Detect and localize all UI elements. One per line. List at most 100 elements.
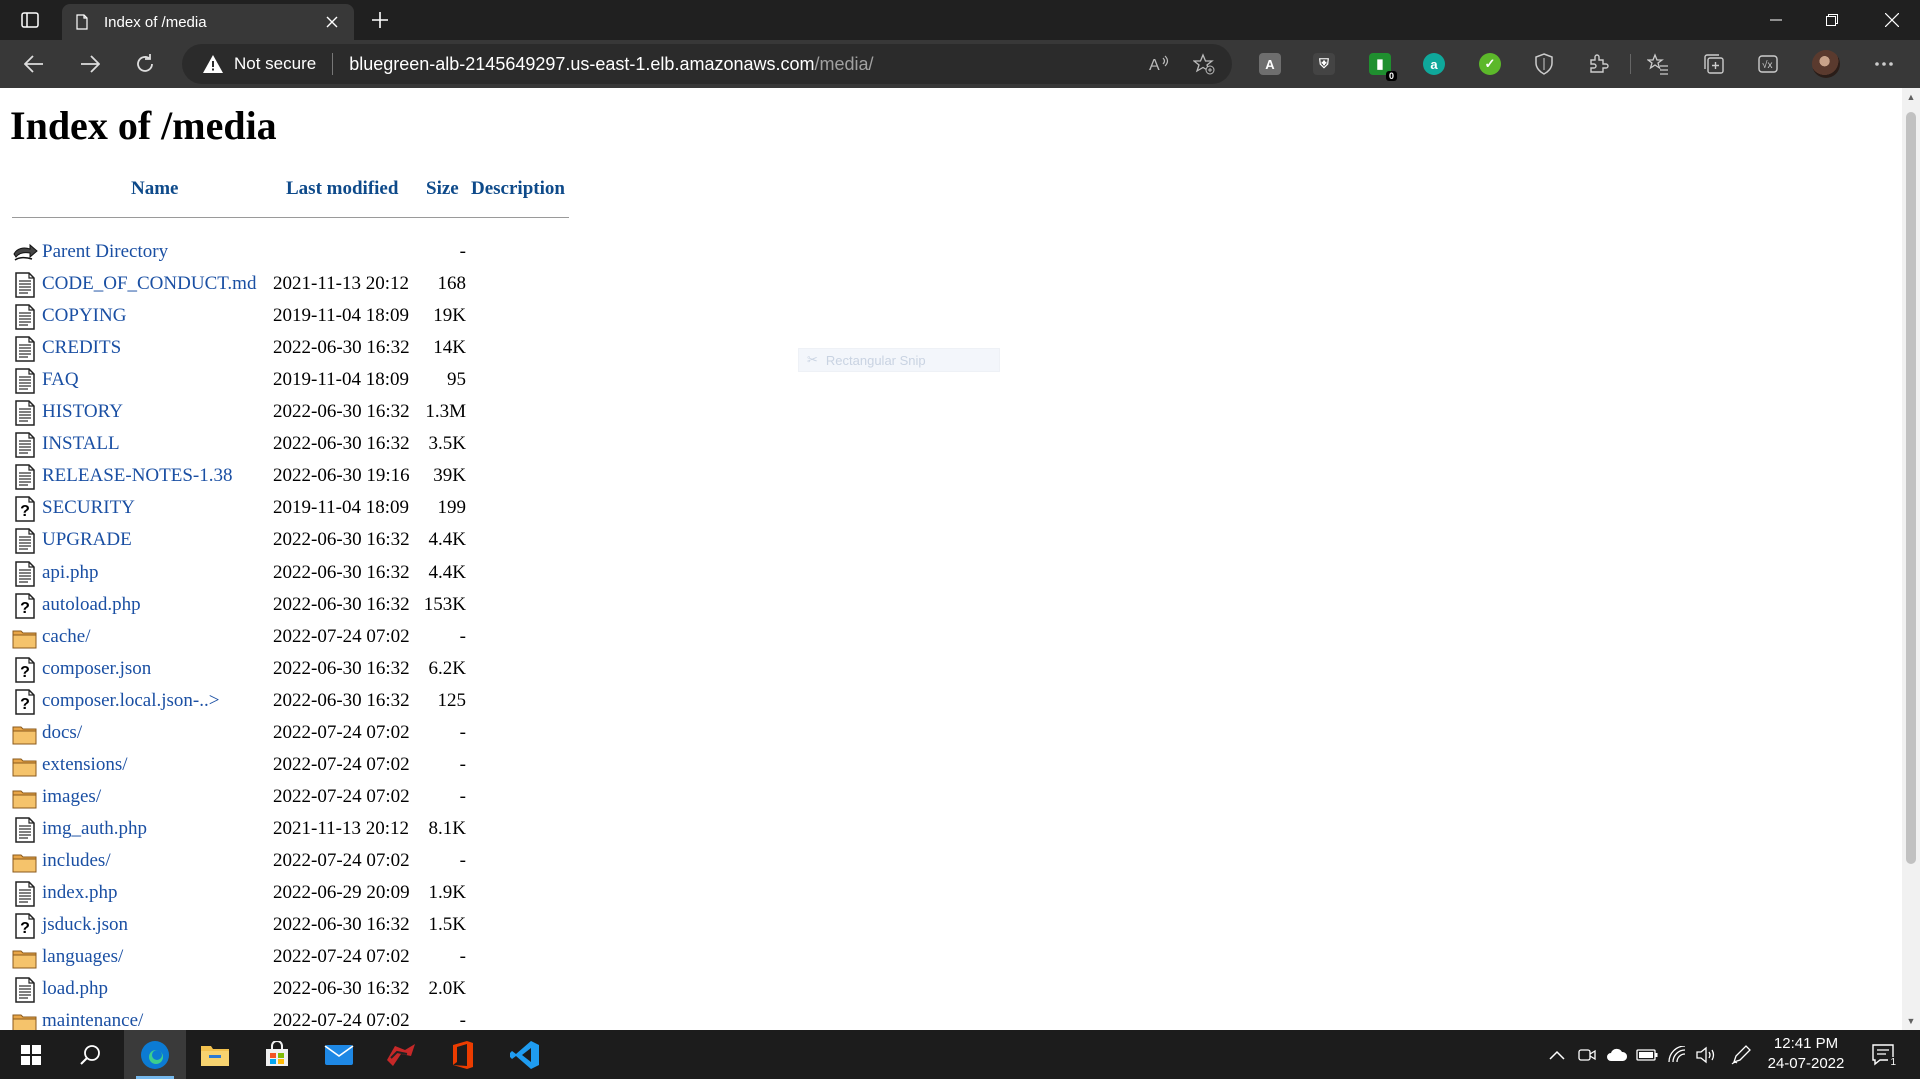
extension-a-button[interactable]: a bbox=[1418, 48, 1450, 80]
security-label[interactable]: Not secure bbox=[234, 54, 316, 74]
plus-icon bbox=[372, 12, 388, 28]
tab-close-button[interactable] bbox=[322, 12, 342, 32]
entry-name-link[interactable]: RELEASE-NOTES-1.38 bbox=[42, 465, 233, 487]
taskbar-edge[interactable] bbox=[124, 1030, 186, 1079]
entry-last-modified: 2022-06-30 16:32 bbox=[273, 689, 410, 711]
entry-name-link[interactable]: extensions/ bbox=[42, 754, 128, 776]
entry-name-link[interactable]: FAQ bbox=[42, 369, 79, 391]
column-header-name[interactable]: Name bbox=[131, 178, 178, 200]
entry-last-modified: 2022-06-30 16:32 bbox=[273, 914, 410, 936]
more-icon bbox=[1875, 62, 1893, 66]
url-text[interactable]: bluegreen-alb-2145649297.us-east-1.elb.a… bbox=[349, 54, 873, 75]
entry-name-link[interactable]: load.php bbox=[42, 978, 108, 1000]
system-clock[interactable]: 12:41 PM 24-07-2022 bbox=[1762, 1034, 1850, 1074]
read-aloud-button[interactable]: A bbox=[1146, 52, 1174, 76]
entry-name-link[interactable]: jsduck.json bbox=[42, 914, 128, 936]
directory-entry-row: ? composer.local.json-..> 2022-06-30 16:32… bbox=[12, 687, 572, 715]
address-bar[interactable]: Not secure bluegreen-alb-2145649297.us-e… bbox=[182, 44, 1232, 84]
entry-last-modified: 2022-06-30 16:32 bbox=[273, 433, 410, 455]
refresh-button[interactable] bbox=[127, 48, 163, 80]
entry-name-link[interactable]: CREDITS bbox=[42, 337, 121, 359]
show-hidden-icons-button[interactable] bbox=[1546, 1044, 1568, 1066]
collections-icon bbox=[1704, 54, 1724, 74]
warning-icon[interactable] bbox=[202, 54, 224, 74]
pen-workspace-button[interactable] bbox=[1730, 1044, 1752, 1066]
entry-name-link[interactable]: maintenance/ bbox=[42, 1010, 143, 1030]
network-button[interactable] bbox=[1666, 1044, 1688, 1066]
forward-button[interactable] bbox=[72, 48, 108, 80]
meet-now-button[interactable] bbox=[1576, 1044, 1598, 1066]
text-file-icon bbox=[12, 336, 38, 362]
settings-more-button[interactable] bbox=[1868, 48, 1900, 80]
extension-guard-button[interactable] bbox=[1528, 48, 1560, 80]
taskbar-office[interactable] bbox=[432, 1030, 494, 1079]
profile-button[interactable] bbox=[1810, 48, 1842, 80]
header-divider bbox=[12, 217, 569, 218]
start-button[interactable] bbox=[0, 1030, 62, 1079]
clock-time: 12:41 PM bbox=[1773, 1035, 1839, 1052]
volume-button[interactable] bbox=[1696, 1044, 1718, 1066]
entry-name-link[interactable]: UPGRADE bbox=[42, 529, 132, 551]
entry-name-link[interactable]: languages/ bbox=[42, 946, 123, 968]
entry-name-link[interactable]: CODE_OF_CONDUCT.md bbox=[42, 273, 256, 295]
url-path: /media/ bbox=[814, 53, 874, 74]
taskbar-app-red[interactable] bbox=[370, 1030, 432, 1079]
extension-green-button[interactable]: ▮ 0 bbox=[1364, 48, 1397, 81]
collections-button[interactable] bbox=[1698, 48, 1730, 80]
entry-name-link[interactable]: api.php bbox=[42, 562, 98, 584]
vertical-scrollbar[interactable]: ▲ ▼ bbox=[1902, 88, 1920, 1030]
taskbar-mail[interactable] bbox=[308, 1030, 370, 1079]
add-favorite-button[interactable] bbox=[1190, 52, 1218, 76]
search-button[interactable] bbox=[60, 1030, 122, 1079]
wifi-icon bbox=[1668, 1046, 1686, 1063]
action-center-button[interactable]: 1 bbox=[1868, 1040, 1898, 1070]
read-aloud-icon: A bbox=[1149, 55, 1169, 74]
entry-name-link[interactable]: SECURITY bbox=[42, 497, 135, 519]
extension-shield-button[interactable]: ⛨ bbox=[1308, 48, 1340, 80]
minimize-button[interactable] bbox=[1748, 0, 1804, 40]
entry-name-link[interactable]: includes/ bbox=[42, 850, 111, 872]
entry-name-link[interactable]: COPYING bbox=[42, 305, 126, 327]
column-header-size[interactable]: Size bbox=[426, 178, 459, 200]
extension-check-button[interactable]: ✓ bbox=[1474, 48, 1506, 80]
text-file-icon bbox=[12, 400, 38, 426]
back-button[interactable] bbox=[16, 48, 52, 80]
scrollbar-thumb[interactable] bbox=[1906, 112, 1916, 864]
battery-button[interactable] bbox=[1636, 1044, 1658, 1066]
unknown-file-icon: ? bbox=[12, 496, 38, 523]
entry-name-link[interactable]: cache/ bbox=[42, 626, 91, 648]
extension-translate-button[interactable]: A bbox=[1254, 48, 1286, 80]
speaker-icon bbox=[1696, 1046, 1715, 1064]
entry-name-link[interactable]: HISTORY bbox=[42, 401, 123, 423]
taskbar-file-explorer[interactable] bbox=[184, 1030, 246, 1079]
entry-size: 199 bbox=[437, 497, 467, 519]
math-solver-button[interactable]: √x bbox=[1752, 48, 1784, 80]
entry-name-link[interactable]: composer.local.json-..> bbox=[42, 690, 219, 712]
directory-entry-row: COPYING 2019-11-04 18:09 19K bbox=[12, 302, 572, 330]
column-header-last-modified[interactable]: Last modified bbox=[286, 178, 398, 200]
close-window-button[interactable] bbox=[1864, 0, 1920, 40]
browser-tab[interactable]: Index of /media bbox=[62, 4, 354, 40]
entry-last-modified: 2022-07-24 07:02 bbox=[273, 625, 410, 647]
column-header-description[interactable]: Description bbox=[471, 178, 565, 200]
entry-name-link[interactable]: docs/ bbox=[42, 722, 82, 744]
entry-name-link[interactable]: images/ bbox=[42, 786, 101, 808]
favorites-button[interactable] bbox=[1642, 48, 1674, 80]
entry-name-link[interactable]: index.php bbox=[42, 882, 117, 904]
entry-name-link[interactable]: composer.json bbox=[42, 658, 151, 680]
restore-button[interactable] bbox=[1804, 0, 1860, 40]
entry-name-link[interactable]: Parent Directory bbox=[42, 241, 168, 263]
new-tab-button[interactable] bbox=[366, 8, 394, 32]
taskbar-store[interactable] bbox=[246, 1030, 308, 1079]
entry-size: - bbox=[459, 946, 466, 968]
tab-actions-button[interactable] bbox=[14, 8, 46, 32]
scroll-down-arrow[interactable]: ▼ bbox=[1902, 1014, 1920, 1028]
entry-name-link[interactable]: img_auth.php bbox=[42, 818, 147, 840]
extensions-button[interactable] bbox=[1582, 48, 1614, 80]
scroll-up-arrow[interactable]: ▲ bbox=[1902, 90, 1920, 104]
taskbar-vscode[interactable] bbox=[494, 1030, 556, 1079]
notification-count: 1 bbox=[1888, 1057, 1898, 1068]
entry-name-link[interactable]: INSTALL bbox=[42, 433, 120, 455]
onedrive-button[interactable] bbox=[1606, 1044, 1628, 1066]
entry-name-link[interactable]: autoload.php bbox=[42, 594, 141, 616]
